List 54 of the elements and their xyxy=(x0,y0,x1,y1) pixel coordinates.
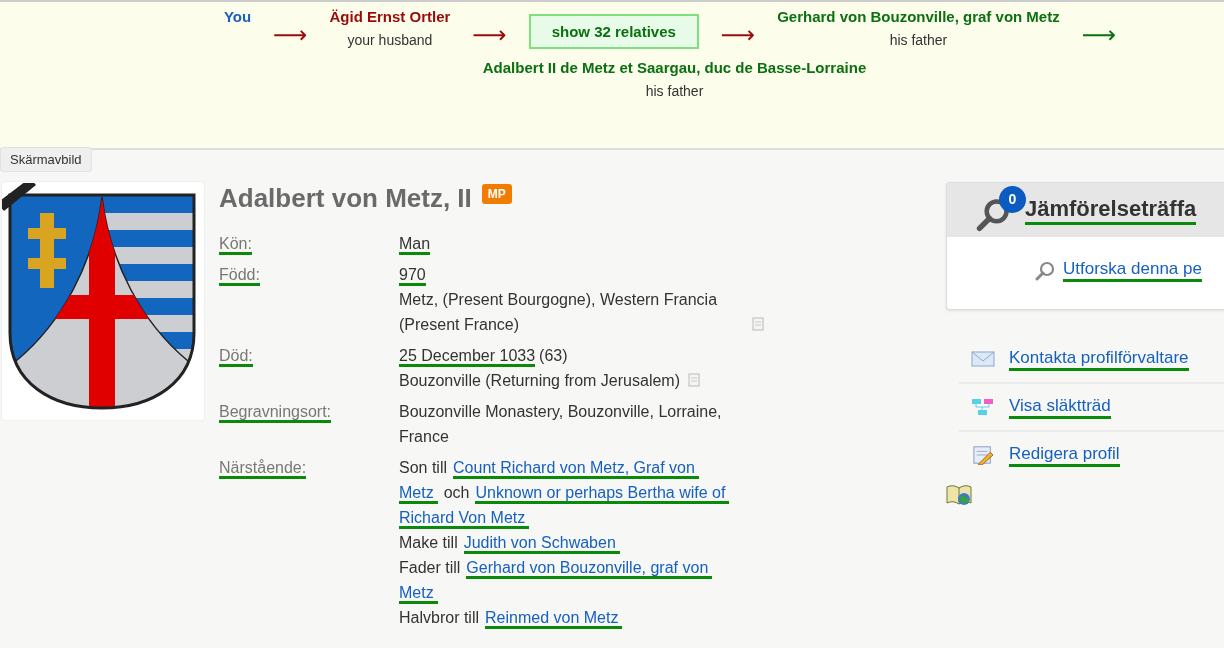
relation-text: Halvbror till xyxy=(399,609,479,626)
show-relatives-button[interactable]: show 32 relatives xyxy=(528,14,699,49)
action-link[interactable]: Visa släktträd xyxy=(1009,395,1111,419)
document-icon[interactable] xyxy=(688,373,700,387)
place-text: Metz, (Present Bourgogne), Western Francia (Present France) xyxy=(399,290,719,335)
date-text: 25 December 1033 xyxy=(399,347,536,367)
relative-link[interactable]: Gerhard von Bouzonville, graf von xyxy=(466,559,713,579)
relative-link[interactable]: Metz xyxy=(399,484,438,504)
relation-text: Fader till xyxy=(399,559,461,576)
field-label: Kön: xyxy=(219,235,252,255)
book-globe-icon[interactable] xyxy=(946,484,972,506)
explore-link[interactable]: Utforska denna pe xyxy=(1063,259,1202,282)
matches-title[interactable]: Jämförelseträffa xyxy=(1025,195,1197,225)
place-text: Bouzonville (Returning from Jerusalem) xyxy=(399,371,680,391)
field-label: Begravningsort: xyxy=(219,403,332,423)
count-badge: 0 xyxy=(999,186,1026,213)
relation-text: och xyxy=(443,484,470,501)
relative-link[interactable]: Count Richard von Metz, Graf von xyxy=(453,459,699,479)
arrow-icon: ⟶ xyxy=(273,24,308,46)
relation-label: his father xyxy=(644,83,705,99)
person-link[interactable]: You xyxy=(223,8,252,25)
search-icon xyxy=(1035,260,1055,281)
relative-link[interactable]: Reinmed von Metz xyxy=(485,609,623,629)
envelope-icon[interactable] xyxy=(971,349,995,369)
field-label: Född: xyxy=(219,266,260,286)
age-text: (63) xyxy=(539,347,568,364)
relative-link[interactable]: Unknown or perhaps Bertha wife of xyxy=(475,484,730,504)
family-tree-icon[interactable] xyxy=(971,397,995,417)
field-value: Man xyxy=(399,235,431,255)
arrow-icon: ⟶ xyxy=(720,24,756,46)
relation-text: Son till xyxy=(399,459,448,476)
edit-form-icon[interactable] xyxy=(971,445,995,465)
date-text: 970 xyxy=(399,266,426,286)
relation-label: his father xyxy=(888,32,949,48)
field-label: Närstående: xyxy=(219,459,307,479)
relative-link[interactable]: Metz xyxy=(399,584,438,604)
person-link[interactable]: Ägid Ernst Ortler xyxy=(329,8,451,25)
action-link[interactable]: Kontakta profilförvaltare xyxy=(1009,347,1189,371)
arrow-icon: ⟶ xyxy=(472,24,507,46)
relative-link[interactable]: Judith von Schwaben xyxy=(463,534,620,554)
manager-badge: MP xyxy=(481,184,512,204)
document-icon[interactable] xyxy=(752,317,764,331)
person-link[interactable]: Adalbert II de Metz et Saargau, duc de Basse-Lorraine xyxy=(482,59,867,76)
relation-text: Make till xyxy=(399,534,458,551)
relative-link[interactable]: Richard Von Metz xyxy=(399,509,530,529)
profile-name: Adalbert von Metz, II xyxy=(219,182,472,214)
action-link[interactable]: Redigera profil xyxy=(1009,443,1120,467)
relation-label: your husband xyxy=(346,32,434,48)
arrow-icon: ⟶ xyxy=(1081,24,1117,46)
field-label: Död: xyxy=(219,347,253,367)
tooltip: Skärmavbild xyxy=(0,147,92,172)
search-icon xyxy=(975,196,1011,232)
place-text: Bouzonville Monastery, Bouzonville, Lorraine, France xyxy=(399,402,723,447)
person-link[interactable]: Gerhard von Bouzonville, graf von Metz xyxy=(777,8,1060,25)
